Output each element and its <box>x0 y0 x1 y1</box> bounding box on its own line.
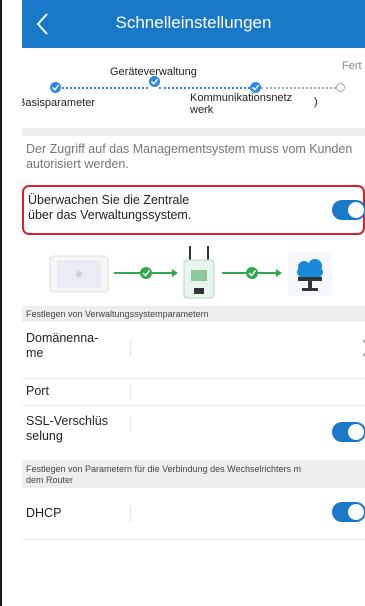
field-divider <box>130 416 131 432</box>
domain-name-field[interactable]: Domänenna- me <box>22 323 365 378</box>
port-label: Port <box>26 384 49 398</box>
domain-name-label-line-2: me <box>26 346 44 360</box>
section-divider <box>22 128 365 136</box>
ssl-encryption-row: SSL-Verschlüs selung <box>22 406 365 460</box>
check-icon <box>140 267 152 279</box>
step-connector <box>261 87 336 89</box>
ssl-toggle[interactable] <box>332 422 365 442</box>
check-icon <box>150 78 159 85</box>
field-divider <box>130 506 131 522</box>
step-label-fertig: Fert <box>342 60 362 72</box>
check-icon <box>251 84 260 91</box>
cloud-server-icon <box>288 252 332 296</box>
step-label-kommunikationsnetzwerk-1: Kommunikationsnetz <box>190 92 293 104</box>
step-label-kommunikationsnetzwerk-2: werk <box>190 104 214 116</box>
step-dot-fertig <box>336 83 345 92</box>
inverter-icon <box>49 255 109 293</box>
chevron-right-icon[interactable] <box>361 338 365 358</box>
step-label-basisparameter: Basisparameter <box>22 97 96 109</box>
check-icon <box>51 84 60 91</box>
connection-diagram <box>22 240 365 304</box>
field-divider <box>130 384 131 400</box>
check-icon <box>246 267 258 279</box>
step-connector <box>58 87 148 89</box>
field-divider <box>130 341 131 357</box>
window-edge <box>0 0 2 606</box>
monitor-label-line-2: über das Verwaltungssystem. <box>28 208 192 222</box>
row-divider <box>22 539 365 540</box>
ssl-label-line-2: selung <box>26 429 63 443</box>
ssl-label: SSL-Verschlüs selung <box>26 414 108 444</box>
monitor-label: Überwachen Sie die Zentrale über das Ver… <box>28 193 268 223</box>
dhcp-row: DHCP <box>22 489 365 539</box>
router-icon <box>183 246 215 299</box>
monitor-label-line-1: Überwachen Sie die Zentrale <box>28 193 190 207</box>
page-title: Schnelleinstellungen <box>115 13 272 32</box>
port-field[interactable]: Port <box>22 379 365 405</box>
app-screen: Schnelleinstellungen Geräteverwaltung Fe… <box>0 0 365 606</box>
progress-stepper: Geräteverwaltung Fert Basisparameter Kom… <box>22 48 365 128</box>
authorization-notice: Der Zugriff auf das Managementsystem mus… <box>26 142 353 171</box>
ssl-label-line-1: SSL-Verschlüs <box>26 414 108 428</box>
app-header: Schnelleinstellungen <box>22 0 365 48</box>
mgmt-section-header: Festlegen von Verwaltungssystemparameter… <box>22 306 365 322</box>
step-label-fragment: ) <box>314 96 318 108</box>
monitor-via-management-row: Überwachen Sie die Zentrale über das Ver… <box>22 185 365 235</box>
router-section-header: Festlegen von Parametern für die Verbind… <box>22 460 365 488</box>
domain-name-label: Domänenna- me <box>26 331 98 361</box>
step-dot-geraeteverwaltung <box>149 76 160 87</box>
domain-name-label-line-1: Domänenna- <box>26 331 99 345</box>
dhcp-toggle[interactable] <box>332 502 365 522</box>
dhcp-label: DHCP <box>26 506 62 520</box>
step-connector <box>159 87 250 89</box>
router-section-header-line-2: dem Router <box>26 475 74 485</box>
router-section-header-line-1: Festlegen von Parametern für die Verbind… <box>26 464 301 474</box>
step-dot-basisparameter <box>50 82 61 93</box>
monitor-toggle[interactable] <box>332 200 365 220</box>
